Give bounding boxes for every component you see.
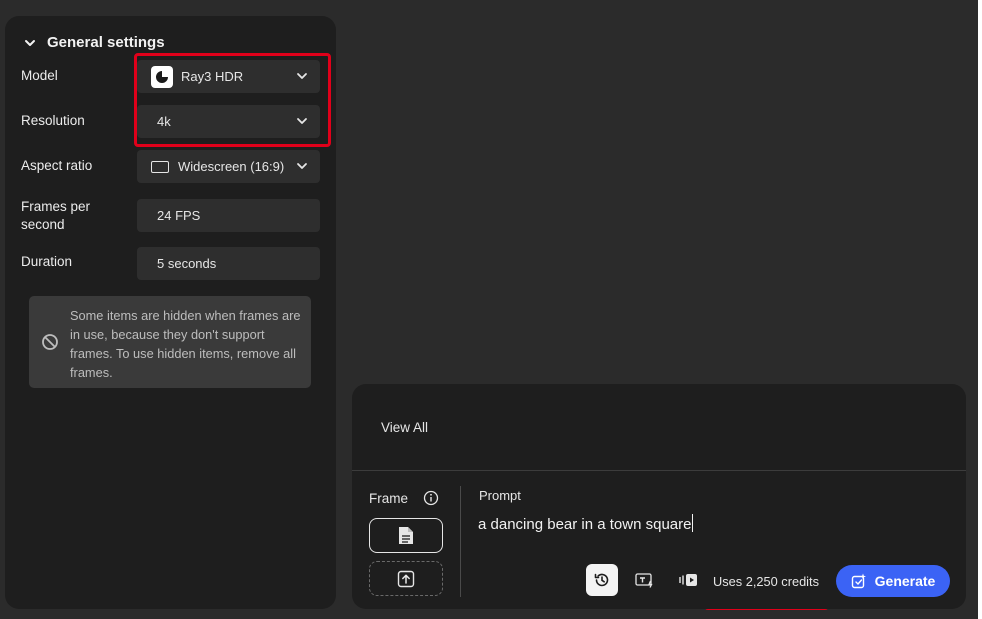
model-value: Ray3 HDR bbox=[181, 69, 244, 84]
fps-value: 24 FPS bbox=[157, 208, 201, 223]
prompt-input[interactable]: a dancing bear in a town square bbox=[478, 514, 694, 533]
history-icon bbox=[594, 573, 609, 587]
aspect-ratio-icon bbox=[151, 160, 169, 173]
chevron-down-icon bbox=[25, 39, 35, 46]
ban-icon bbox=[42, 334, 58, 350]
aspect-ratio-label: Aspect ratio bbox=[21, 158, 93, 173]
generate-label: Generate bbox=[874, 573, 936, 589]
model-label: Model bbox=[21, 68, 58, 83]
generate-button[interactable]: Generate bbox=[836, 565, 950, 597]
info-icon[interactable] bbox=[423, 490, 439, 506]
fps-label-line1: Frames per bbox=[21, 199, 91, 214]
frame-document-button[interactable] bbox=[369, 518, 443, 553]
fps-label: Frames per second bbox=[21, 198, 90, 234]
upload-icon bbox=[397, 570, 415, 587]
frames-notice: Some items are hidden when frames are in… bbox=[29, 296, 311, 388]
prompt-panel: View All Frame Prompt a dancing bear in … bbox=[352, 384, 966, 609]
window-edge bbox=[978, 0, 982, 619]
frame-label: Frame bbox=[369, 491, 409, 506]
general-settings-header[interactable]: General settings bbox=[23, 34, 165, 51]
divider bbox=[460, 486, 461, 597]
general-settings-panel: General settings Model Ray3 HDR Resoluti… bbox=[5, 16, 336, 609]
credits-text: Uses 2,250 credits bbox=[713, 574, 819, 589]
resolution-label: Resolution bbox=[21, 113, 85, 128]
chevron-down-icon bbox=[297, 73, 307, 79]
video-settings-icon bbox=[679, 574, 697, 586]
divider bbox=[352, 470, 966, 471]
video-settings-button[interactable] bbox=[672, 564, 704, 596]
frame-upload-button[interactable] bbox=[369, 561, 443, 596]
model-dropdown[interactable]: Ray3 HDR bbox=[137, 60, 320, 93]
fps-label-line2: second bbox=[21, 217, 65, 232]
view-all-link[interactable]: View All bbox=[381, 420, 428, 435]
prompt-input-text: a dancing bear in a town square bbox=[478, 516, 692, 533]
aspect-ratio-value: Widescreen (16:9) bbox=[178, 159, 285, 174]
notice-text: Some items are hidden when frames are in… bbox=[70, 308, 301, 380]
generate-sparkle-icon bbox=[851, 573, 866, 589]
chevron-down-icon bbox=[297, 163, 307, 169]
section-title: General settings bbox=[47, 34, 165, 51]
document-icon bbox=[399, 527, 413, 544]
text-caret bbox=[692, 514, 694, 532]
aspect-ratio-dropdown[interactable]: Widescreen (16:9) bbox=[137, 150, 320, 183]
fps-field[interactable]: 24 FPS bbox=[137, 199, 320, 232]
resolution-dropdown[interactable]: 4k bbox=[137, 105, 320, 138]
duration-label: Duration bbox=[21, 254, 73, 269]
model-logo-icon bbox=[151, 65, 173, 88]
resolution-value: 4k bbox=[157, 114, 171, 129]
text-effects-icon bbox=[635, 573, 653, 588]
chevron-down-icon bbox=[297, 118, 307, 124]
duration-field[interactable]: 5 seconds bbox=[137, 247, 320, 280]
duration-value: 5 seconds bbox=[157, 256, 217, 271]
history-button[interactable] bbox=[586, 564, 618, 596]
text-effects-button[interactable] bbox=[629, 564, 661, 596]
prompt-label: Prompt bbox=[479, 488, 521, 503]
